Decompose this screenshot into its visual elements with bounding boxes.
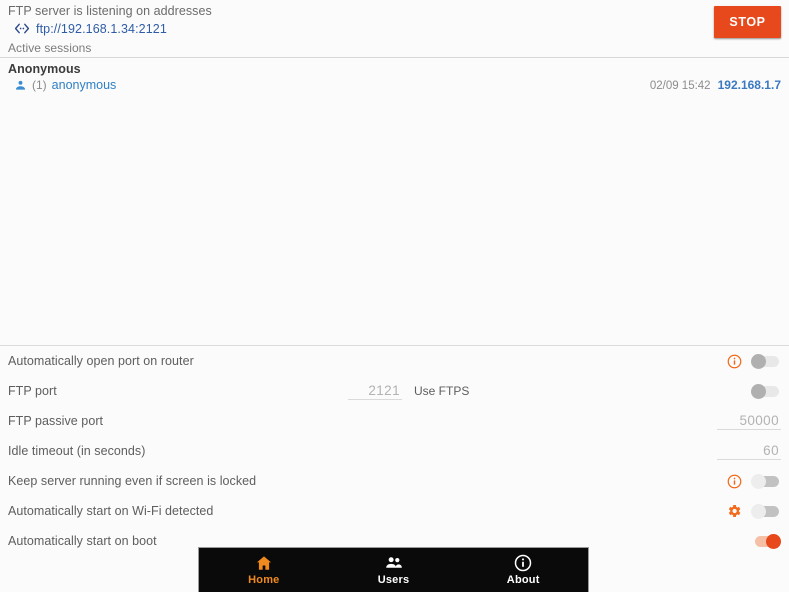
nav-label-home: Home xyxy=(248,574,280,586)
setting-label-autostart-wifi: Automatically start on Wi-Fi detected xyxy=(8,504,214,518)
nav-item-home[interactable]: Home xyxy=(199,548,329,592)
setting-row-idle-timeout[interactable]: Idle timeout (in seconds) 60 xyxy=(0,436,789,466)
setting-row-autostart-wifi[interactable]: Automatically start on Wi-Fi detected xyxy=(0,496,789,526)
info-circle-icon xyxy=(514,554,532,572)
setting-label-autostart-boot: Automatically start on boot xyxy=(8,534,157,548)
setting-row-ftp-port[interactable]: FTP port 2121 Use FTPS xyxy=(0,376,789,406)
toggle-use-ftps[interactable] xyxy=(751,384,781,399)
setting-controls-autostart-wifi xyxy=(726,503,781,519)
toggle-thumb xyxy=(751,354,766,369)
session-row[interactable]: Anonymous (1) anonymous 02/09 15:42 192.… xyxy=(0,58,789,100)
gear-icon[interactable] xyxy=(726,503,742,519)
setting-label-ftp-passive-port: FTP passive port xyxy=(8,414,104,428)
active-sessions-header: Active sessions xyxy=(0,41,789,58)
setting-controls-idle-timeout: 60 xyxy=(717,443,781,460)
ftp-port-inline-group: 2121 Use FTPS xyxy=(348,383,469,400)
setting-label-ftp-port: FTP port xyxy=(8,384,57,398)
stop-server-button[interactable]: STOP xyxy=(714,6,781,38)
setting-label-idle-timeout: Idle timeout (in seconds) xyxy=(8,444,146,458)
toggle-autostart-boot[interactable] xyxy=(751,534,781,549)
users-icon xyxy=(385,554,403,572)
setting-label-keep-running: Keep server running even if screen is lo… xyxy=(8,474,257,488)
info-icon[interactable] xyxy=(727,354,742,369)
toggle-autostart-wifi[interactable] xyxy=(751,504,781,519)
toggle-thumb xyxy=(751,384,766,399)
cast-link-icon xyxy=(14,22,30,36)
home-icon xyxy=(255,554,273,572)
nav-label-users: Users xyxy=(377,574,410,586)
bottom-navigation-bar: Home Users About xyxy=(198,547,589,592)
server-address-link[interactable]: ftp://192.168.1.34:2121 xyxy=(36,22,167,36)
setting-controls-keep-running xyxy=(727,474,781,489)
session-list: Anonymous (1) anonymous 02/09 15:42 192.… xyxy=(0,58,789,344)
ftp-server-app: FTP server is listening on addresses ftp… xyxy=(0,0,789,592)
idle-timeout-input[interactable]: 60 xyxy=(717,443,781,460)
toggle-auto-open-port[interactable] xyxy=(751,354,781,369)
info-icon[interactable] xyxy=(727,474,742,489)
nav-item-about[interactable]: About xyxy=(458,548,588,592)
setting-row-keep-running[interactable]: Keep server running even if screen is lo… xyxy=(0,466,789,496)
nav-item-users[interactable]: Users xyxy=(329,548,459,592)
use-ftps-label: Use FTPS xyxy=(414,384,470,398)
setting-row-ftp-passive-port[interactable]: FTP passive port 50000 xyxy=(0,406,789,436)
nav-label-about: About xyxy=(506,574,540,586)
setting-controls-auto-open-port xyxy=(727,354,781,369)
ftp-port-input[interactable]: 2121 xyxy=(348,383,402,400)
session-timestamp: 02/09 15:42 xyxy=(649,80,711,92)
settings-section: Automatically open port on router FTP po… xyxy=(0,345,789,549)
session-title: Anonymous xyxy=(8,62,81,76)
setting-row-auto-open-port[interactable]: Automatically open port on router xyxy=(0,346,789,376)
server-status-area: FTP server is listening on addresses ftp… xyxy=(0,0,789,41)
listening-status-text: FTP server is listening on addresses xyxy=(8,4,212,18)
session-subtitle: (1) anonymous xyxy=(14,78,116,92)
session-ip-address: 192.168.1.7 xyxy=(717,78,781,92)
toggle-keep-running[interactable] xyxy=(751,474,781,489)
person-icon xyxy=(14,79,27,92)
toggle-thumb xyxy=(751,504,766,519)
toggle-thumb xyxy=(751,474,766,489)
setting-controls-ftps xyxy=(751,384,781,399)
setting-label-auto-open-port: Automatically open port on router xyxy=(8,354,194,368)
active-sessions-label: Active sessions xyxy=(8,41,92,55)
server-address-row[interactable]: ftp://192.168.1.34:2121 xyxy=(14,22,167,36)
session-meta: 02/09 15:42 192.168.1.7 xyxy=(650,78,781,92)
setting-controls-ftp-passive-port: 50000 xyxy=(717,413,781,430)
session-connection-count: (1) xyxy=(32,78,47,92)
toggle-thumb xyxy=(766,534,781,549)
setting-controls-autostart-boot xyxy=(751,534,781,549)
session-username: anonymous xyxy=(51,78,117,92)
ftp-passive-port-input[interactable]: 50000 xyxy=(717,413,781,430)
